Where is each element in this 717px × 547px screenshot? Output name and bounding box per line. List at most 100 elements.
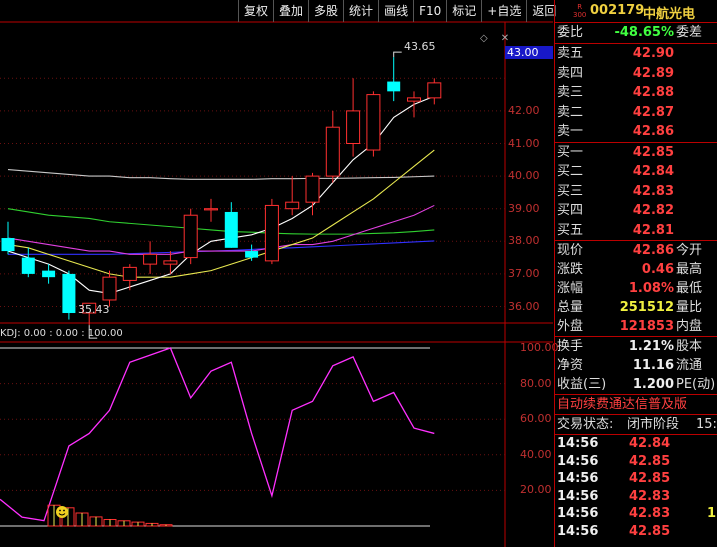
toolbar-button-5[interactable]: F10 — [413, 0, 446, 22]
candle-body — [204, 208, 218, 211]
tick-price: 42.83 — [629, 506, 671, 521]
stat-value: 11.16 — [632, 358, 674, 373]
close-icon[interactable]: ✕ — [501, 33, 509, 44]
status-time: 15: — [696, 417, 717, 432]
stat-label: 净资 — [557, 358, 584, 373]
indicator-tick-label: 20.00 — [520, 483, 552, 497]
tick-time: 14:56 — [557, 506, 599, 521]
candle-body — [1, 238, 15, 252]
stock-code: 002179 — [590, 3, 645, 18]
stat-label-2: 内盘 — [676, 319, 703, 334]
stat-label-2: 量比 — [676, 300, 703, 315]
low-annotation: 35.43 — [78, 303, 110, 316]
tick-price: 42.85 — [629, 471, 671, 486]
stat-value: 1.21% — [628, 339, 674, 354]
r-badge-letter: R — [577, 3, 583, 11]
ask-book: 卖五 42.90 卖四 42.89 卖三 42.88 卖二 42.87 卖一 42.86 — [555, 44, 717, 143]
order-book-row: 买五 42.81 — [555, 221, 717, 241]
order-book-row: 卖一 42.86 — [555, 122, 717, 142]
order-book-row: 买一 42.85 — [555, 143, 717, 163]
stat-label-2: 流通 — [676, 358, 703, 373]
tick-row: 14:56 42.84 — [555, 435, 717, 453]
tick-row: 14:56 42.85 — [555, 453, 717, 471]
trade-status-row: 交易状态: 闭市阶段 15: — [555, 415, 717, 435]
level-label: 卖一 — [557, 124, 584, 139]
stat-value: 1.200 — [632, 377, 674, 392]
candlestick-chart[interactable] — [0, 0, 553, 547]
stat-label-2: 今开 — [676, 243, 703, 258]
tick-price: 42.83 — [629, 488, 671, 504]
quote-stats: 现价 42.86 今开 涨跌 0.46 最高 涨幅 1.08% 最低 总量 251512 量比 外盘 12… — [555, 241, 717, 337]
r-badge-number: 300 — [573, 11, 587, 19]
candle-body — [42, 270, 56, 278]
candle-body — [183, 214, 198, 259]
ma60-line — [7, 208, 435, 235]
fundamental-stats: 换手 1.21% 股本 净资 11.16 流通 收益(三) 1.200 PE(动) — [555, 337, 717, 395]
tick-row: 14:56 42.85 — [555, 470, 717, 488]
toolbar-button-2[interactable]: 多股 — [308, 0, 343, 22]
stat-row: 总量 251512 量比 — [555, 298, 717, 317]
candle-body — [245, 251, 259, 258]
diamond-icon[interactable]: ◇ — [480, 33, 488, 44]
order-book-row: 卖五 42.90 — [555, 44, 717, 64]
order-book-row: 买三 42.83 — [555, 182, 717, 202]
tick-time: 14:56 — [557, 488, 599, 504]
level-label: 卖三 — [557, 85, 584, 100]
stat-row: 收益(三) 1.200 PE(动) — [555, 375, 717, 394]
stat-label: 涨幅 — [557, 281, 584, 296]
stock-header: R 300 002179 中航光电 — [555, 0, 717, 23]
price-tick-label: 41.00 — [508, 136, 540, 150]
weibi-value: -48.65% — [614, 25, 674, 40]
tick-row: 14:56 42.85 — [555, 523, 717, 541]
status-label: 交易状态: — [557, 417, 614, 432]
status-value: 闭市阶段 — [627, 417, 680, 432]
ma20-line — [7, 204, 435, 255]
candle-body — [102, 276, 117, 301]
toolbar-button-4[interactable]: 画线 — [378, 0, 413, 22]
promo-banner[interactable]: 自动续费通达信普及版 — [555, 395, 717, 415]
level-label: 卖四 — [557, 65, 584, 81]
level-label: 买三 — [557, 183, 584, 199]
price-tick-label: 42.00 — [508, 103, 540, 117]
candle-body — [427, 82, 442, 99]
candle-body — [366, 94, 381, 151]
candle-body — [264, 204, 279, 262]
order-book-row: 买四 42.82 — [555, 201, 717, 221]
tick-volume: 1 — [706, 506, 716, 521]
bid-book: 买一 42.85 买二 42.84 买三 42.83 买四 42.82 买五 42.81 — [555, 143, 717, 241]
level-price: 42.83 — [632, 183, 674, 199]
stat-value: 251512 — [619, 300, 674, 315]
toolbar-button-0[interactable]: 复权 — [238, 0, 273, 22]
tick-price: 42.85 — [629, 453, 671, 469]
tick-time: 14:56 — [557, 436, 599, 451]
stat-row: 外盘 121853 内盘 — [555, 317, 717, 336]
weibi-label: 委比 — [557, 25, 584, 40]
toolbar-button-7[interactable]: +自选 — [481, 0, 526, 22]
price-tick-label: 39.00 — [508, 201, 540, 215]
chart-controls: ◇ ✕ — [472, 26, 509, 45]
stat-row: 现价 42.86 今开 — [555, 241, 717, 260]
candle-body — [285, 201, 300, 210]
toolbar-button-3[interactable]: 统计 — [343, 0, 378, 22]
stat-label-2: 最高 — [676, 262, 703, 277]
stat-value: 42.86 — [632, 243, 674, 258]
indicator-label: KDJ: 0.00 : 0.00 : 100.00 — [0, 328, 123, 339]
order-book-row: 卖二 42.87 — [555, 103, 717, 123]
stat-label: 外盘 — [557, 319, 584, 334]
level-price: 42.84 — [632, 164, 674, 179]
tick-time: 14:56 — [557, 523, 599, 539]
candle-body — [62, 273, 76, 314]
tick-time: 14:56 — [557, 471, 599, 486]
stat-label: 总量 — [557, 300, 584, 315]
tick-list[interactable]: 14:56 42.84 14:56 42.85 14:56 42.85 14:56 42.83… — [555, 435, 717, 540]
level-label: 买五 — [557, 222, 584, 238]
price-tick-label: 37.00 — [508, 266, 540, 280]
ma250-line — [7, 169, 435, 180]
level-price: 42.89 — [632, 65, 674, 81]
toolbar-button-1[interactable]: 叠加 — [273, 0, 308, 22]
toolbar-button-6[interactable]: 标记 — [446, 0, 481, 22]
level-price: 42.90 — [632, 46, 674, 61]
candle-body — [346, 110, 361, 144]
stock-name: 中航光电 — [643, 7, 696, 22]
tick-time: 14:56 — [557, 453, 599, 469]
